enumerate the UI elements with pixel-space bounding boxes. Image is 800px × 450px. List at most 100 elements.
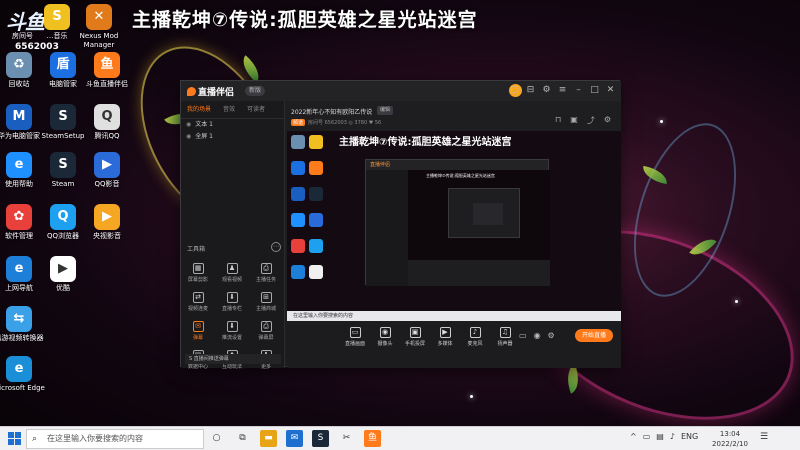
edit-title-button[interactable]: 编辑 — [377, 106, 394, 115]
close-icon[interactable]: ✕ — [604, 84, 617, 97]
app-icon — [309, 135, 323, 149]
live-preview[interactable]: 主播乾坤⑦传说:孤胆英雄之星光站迷宫 直播伴侣 主播乾坤⑦传说:孤胆英雄之星光站… — [287, 131, 621, 321]
tool-item[interactable]: ⎙ 主播任务 — [249, 261, 283, 286]
desktop-app-icon: ⇆ — [6, 306, 32, 332]
douyu-companion-icon[interactable]: 鱼 — [364, 430, 381, 447]
danmu-push-toggle[interactable]: S 直播间推送弹幕 — [185, 354, 281, 364]
desktop-app-icon: ▶ — [94, 204, 120, 230]
eye-icon[interactable]: ◉ — [534, 331, 541, 340]
desktop-icon[interactable]: ⇆ 迅游视频转换器 — [0, 306, 46, 343]
desktop-icon-nexus[interactable]: ✕ Nexus Mod Manager — [72, 4, 126, 50]
tool-label: 直播专栏 — [221, 306, 242, 312]
input-method[interactable]: ENG — [681, 432, 698, 441]
settings-icon[interactable]: ⚙ — [604, 115, 611, 126]
tool-label: 弹幕屏 — [258, 335, 274, 341]
battery-icon[interactable]: ▭ — [643, 432, 651, 441]
source-item[interactable]: ◉ 文本 1 — [181, 119, 284, 131]
volume-icon[interactable]: ♪ — [670, 432, 675, 441]
gift-icon[interactable]: ⊟ — [524, 84, 537, 97]
menu-icon[interactable]: ≡ — [556, 84, 569, 97]
file-explorer-icon[interactable]: ▬ — [260, 430, 277, 447]
steam-icon[interactable]: S — [312, 430, 329, 447]
eye-icon[interactable]: ◉ — [186, 133, 191, 140]
maximize-icon[interactable]: □ — [588, 84, 601, 97]
network-icon[interactable]: ▤ — [656, 432, 664, 441]
desktop-icon[interactable]: ▶ 优酷 — [36, 256, 90, 293]
tool-label: 数据中心 — [187, 364, 208, 370]
desktop-icon[interactable]: ▶ 央视影音 — [80, 204, 134, 241]
stream-control-bar: ▭ 直播画面 ◉ 摄像头 ▣ 手机投屏 ▶ 多媒体 ♪ 麦克风 ♫ 扬声器 ▭ ◉ ⚙ 开始直播 — [287, 321, 621, 368]
windows-start-button[interactable] — [8, 432, 21, 445]
toolbox-title: 工具箱 — [187, 246, 206, 253]
source-item[interactable]: ◉ 全屏 1 — [181, 131, 284, 143]
stream-source-icon: ▭ — [349, 327, 361, 338]
tab-readers[interactable]: 可读者 — [241, 101, 271, 118]
stream-source-button[interactable]: ▶ 多媒体 — [435, 327, 455, 347]
desktop-app-icon: e — [6, 356, 32, 382]
nested-preview-title: 主播乾坤⑦传说:孤胆英雄之星光站迷宫 — [426, 173, 495, 178]
record-icon[interactable]: ▭ — [519, 331, 527, 340]
app-icon — [309, 187, 323, 201]
stream-source-button[interactable]: ♫ 扬声器 — [495, 327, 515, 347]
lock-icon[interactable]: ⊓ — [555, 115, 561, 126]
desktop-app-icon: ♻ — [6, 52, 32, 78]
minimize-icon[interactable]: – — [572, 84, 585, 97]
desktop-app-icon: Q — [94, 104, 120, 130]
notification-icon[interactable]: ☰ — [760, 432, 768, 442]
more-tools-icon[interactable]: ⋯ — [271, 242, 281, 252]
desktop-icon[interactable]: 鱼斗鱼直播伴侣 — [80, 52, 134, 89]
clock-time: 13:04 — [719, 430, 741, 438]
tab-my-scenes[interactable]: 我的场景 — [181, 101, 217, 118]
cortana-icon[interactable]: ○ — [208, 430, 225, 447]
app-icon — [291, 265, 305, 279]
tool-item[interactable]: ⊞ 主播商城 — [249, 290, 283, 315]
tool-item[interactable]: ⬇ 推流设置 — [215, 319, 249, 344]
stream-title: 主播乾坤⑦传说:孤胆英雄之星光站迷宫 — [132, 9, 478, 31]
tool-item[interactable]: ⇄ 视频连麦 — [181, 290, 215, 315]
settings-icon[interactable]: ⚙ — [548, 331, 555, 340]
stream-source-label: 多媒体 — [437, 341, 453, 347]
version-badge[interactable]: 新版 — [245, 86, 266, 96]
nested-app-window: 直播伴侣 主播乾坤⑦传说:孤胆英雄之星光站迷宫 — [365, 159, 550, 286]
clock-date: 2022/2/10 — [712, 440, 748, 448]
nested-scene-panel — [366, 170, 408, 286]
room-tools: ⊓ ▣ ⤴ ⚙ — [555, 115, 611, 126]
desktop-icon[interactable]: Q 腾讯QQ — [80, 104, 134, 141]
desktop-icon[interactable]: ▶ QQ影音 — [80, 152, 134, 189]
nexus-mod-icon: ✕ — [86, 4, 112, 30]
scene-panel: 我的场景 音效 可读者 ◉ 文本 1 ◉ 全屏 1 工具箱 ⋯ ▦ 屏幕剪影 ♟ 观看视频… — [181, 101, 285, 370]
tool-item[interactable]: ▦ 屏幕剪影 — [181, 261, 215, 286]
stream-source-button[interactable]: ♪ 麦克风 — [465, 327, 485, 347]
tool-item[interactable]: ♟ 观看视频 — [215, 261, 249, 286]
tool-icon: ▦ — [192, 263, 204, 274]
task-view-icon[interactable]: ⧉ — [234, 430, 251, 447]
snip-icon[interactable]: ✂ — [338, 430, 355, 447]
screen-icon[interactable]: ▣ — [570, 115, 578, 126]
tool-item[interactable]: ⬇ 直播专栏 — [215, 290, 249, 315]
tool-label: 推流设置 — [221, 335, 242, 341]
mail-icon[interactable]: ✉ — [286, 430, 303, 447]
tab-sound[interactable]: 音效 — [217, 101, 241, 118]
stream-source-button[interactable]: ▭ 直播画面 — [345, 327, 365, 347]
follower-count: 56 — [374, 120, 382, 126]
tool-item[interactable]: ⎙ 弹幕屏 — [249, 319, 283, 344]
taskbar-clock[interactable]: 13:04 2022/2/10 — [706, 429, 754, 449]
share-icon[interactable]: ⤴ — [587, 115, 595, 126]
room-meta: 频道 房间号 6562003 ◎ 3780 ♥ 56 — [291, 119, 381, 126]
nested-titlebar: 直播伴侣 — [366, 160, 548, 170]
desktop-app-icon: ▶ — [50, 256, 76, 282]
window-controls: ▢ ⊟ ⚙ ≡ – □ ✕ — [508, 84, 617, 97]
stream-source-button[interactable]: ◉ 摄像头 — [375, 327, 395, 347]
tool-item[interactable]: ✉ 弹幕 — [181, 319, 215, 344]
desktop-icon[interactable]: e Microsoft Edge — [0, 356, 46, 393]
stream-source-button[interactable]: ▣ 手机投屏 — [405, 327, 425, 347]
message-icon[interactable]: ▢ — [508, 84, 521, 97]
windows-taskbar: ⌕ 在这里输入你要搜索的内容 ○ ⧉ ▬ ✉ S ✂ 鱼 ^ ▭ ▤ ♪ ENG … — [0, 426, 800, 450]
chevron-up-icon[interactable]: ^ — [630, 432, 637, 441]
start-live-button[interactable]: 开始直播 — [575, 329, 613, 342]
room-meta-text: 房间号 6562003 — [308, 120, 347, 126]
stream-source-icon: ▶ — [439, 327, 451, 338]
settings-icon[interactable]: ⚙ — [540, 84, 553, 97]
eye-icon[interactable]: ◉ — [186, 121, 191, 128]
taskbar-search[interactable]: ⌕ 在这里输入你要搜索的内容 — [26, 429, 204, 449]
